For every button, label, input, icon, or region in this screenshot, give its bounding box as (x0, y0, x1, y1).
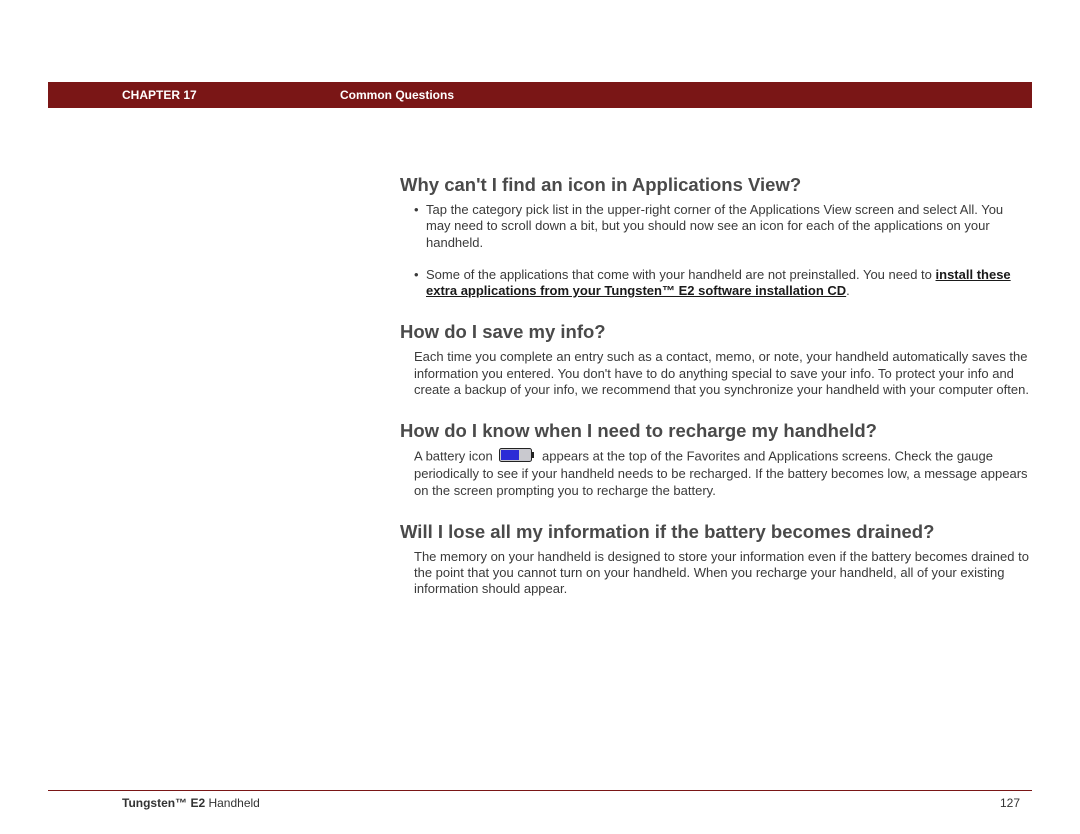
q1-bullet-2-end: . (846, 283, 850, 298)
q1-bullet-1: Tap the category pick list in the upper-… (414, 202, 1030, 251)
q3-text-a: A battery icon (414, 449, 496, 464)
footer-product: Tungsten™ E2 Handheld (48, 796, 260, 810)
question-4-heading: Will I lose all my information if the ba… (400, 521, 1030, 543)
question-2-heading: How do I save my info? (400, 321, 1030, 343)
battery-icon (499, 448, 535, 466)
q1-bullet-2-text: Some of the applications that come with … (426, 267, 936, 282)
q1-bullet-2: Some of the applications that come with … (414, 267, 1030, 300)
question-1-heading: Why can't I find an icon in Applications… (400, 174, 1030, 196)
question-2-body: Each time you complete an entry such as … (414, 349, 1030, 398)
question-4-body: The memory on your handheld is designed … (414, 549, 1030, 598)
page-header: CHAPTER 17 Common Questions (48, 82, 1032, 108)
page-content: Why can't I find an icon in Applications… (400, 160, 1030, 602)
chapter-label: CHAPTER 17 (48, 88, 340, 102)
question-3-body: A battery icon appears at the top of the… (414, 448, 1030, 499)
chapter-title: Common Questions (340, 88, 454, 102)
question-3-heading: How do I know when I need to recharge my… (400, 420, 1030, 442)
page-footer: Tungsten™ E2 Handheld 127 (48, 790, 1032, 810)
footer-product-bold: Tungsten™ E2 (122, 796, 205, 810)
question-1-list: Tap the category pick list in the upper-… (414, 202, 1030, 299)
page-number: 127 (1000, 796, 1032, 810)
footer-product-rest: Handheld (205, 796, 260, 810)
